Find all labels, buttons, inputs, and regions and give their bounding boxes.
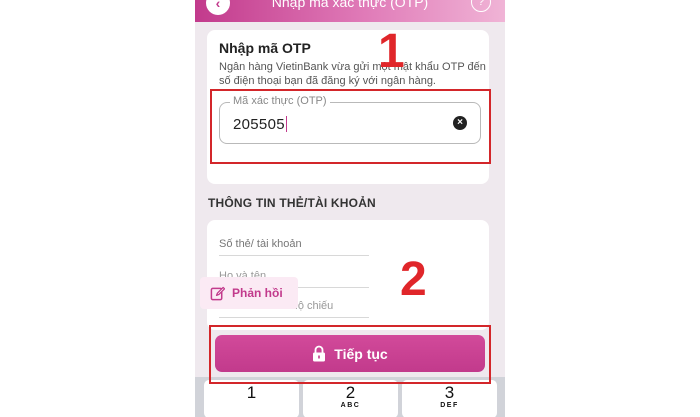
highlight-box-continue: [209, 325, 491, 384]
key-3[interactable]: 3 DEF: [402, 380, 497, 417]
key-1[interactable]: 1: [204, 380, 299, 417]
key-number: 1: [246, 383, 257, 402]
highlight-box-otp: [210, 89, 491, 164]
otp-description: Ngân hàng VietinBank vừa gửi một mật khẩ…: [219, 61, 486, 87]
key-letters: ABC: [340, 402, 361, 409]
screenshot-frame: ‹ Nhập mã xác thực (OTP) ? Nhập mã OTP N…: [0, 0, 700, 417]
edit-icon: [210, 286, 225, 300]
help-button[interactable]: ?: [471, 0, 491, 12]
feedback-button[interactable]: Phản hồi: [200, 277, 298, 309]
step-number-1: 1: [378, 25, 405, 78]
card-number-field[interactable]: Số thẻ/ tài khoản: [219, 228, 369, 256]
help-icon: ?: [477, 0, 485, 8]
key-number: 3: [444, 383, 455, 402]
header-title: Nhập mã xác thực (OTP): [271, 0, 429, 10]
step-number-2: 2: [400, 253, 427, 306]
otp-title: Nhập mã OTP: [219, 40, 311, 56]
account-section-title: THÔNG TIN THẺ/TÀI KHOẢN: [208, 196, 376, 210]
key-letters: DEF: [440, 402, 459, 409]
header-bar: ‹ Nhập mã xác thực (OTP) ?: [195, 0, 505, 22]
account-info-card: Số thẻ/ tài khoản Họ và tên CMND/CCCD/Hộ…: [207, 220, 489, 330]
key-number: 2: [345, 383, 356, 402]
key-2[interactable]: 2 ABC: [303, 380, 398, 417]
feedback-label: Phản hồi: [232, 286, 283, 300]
